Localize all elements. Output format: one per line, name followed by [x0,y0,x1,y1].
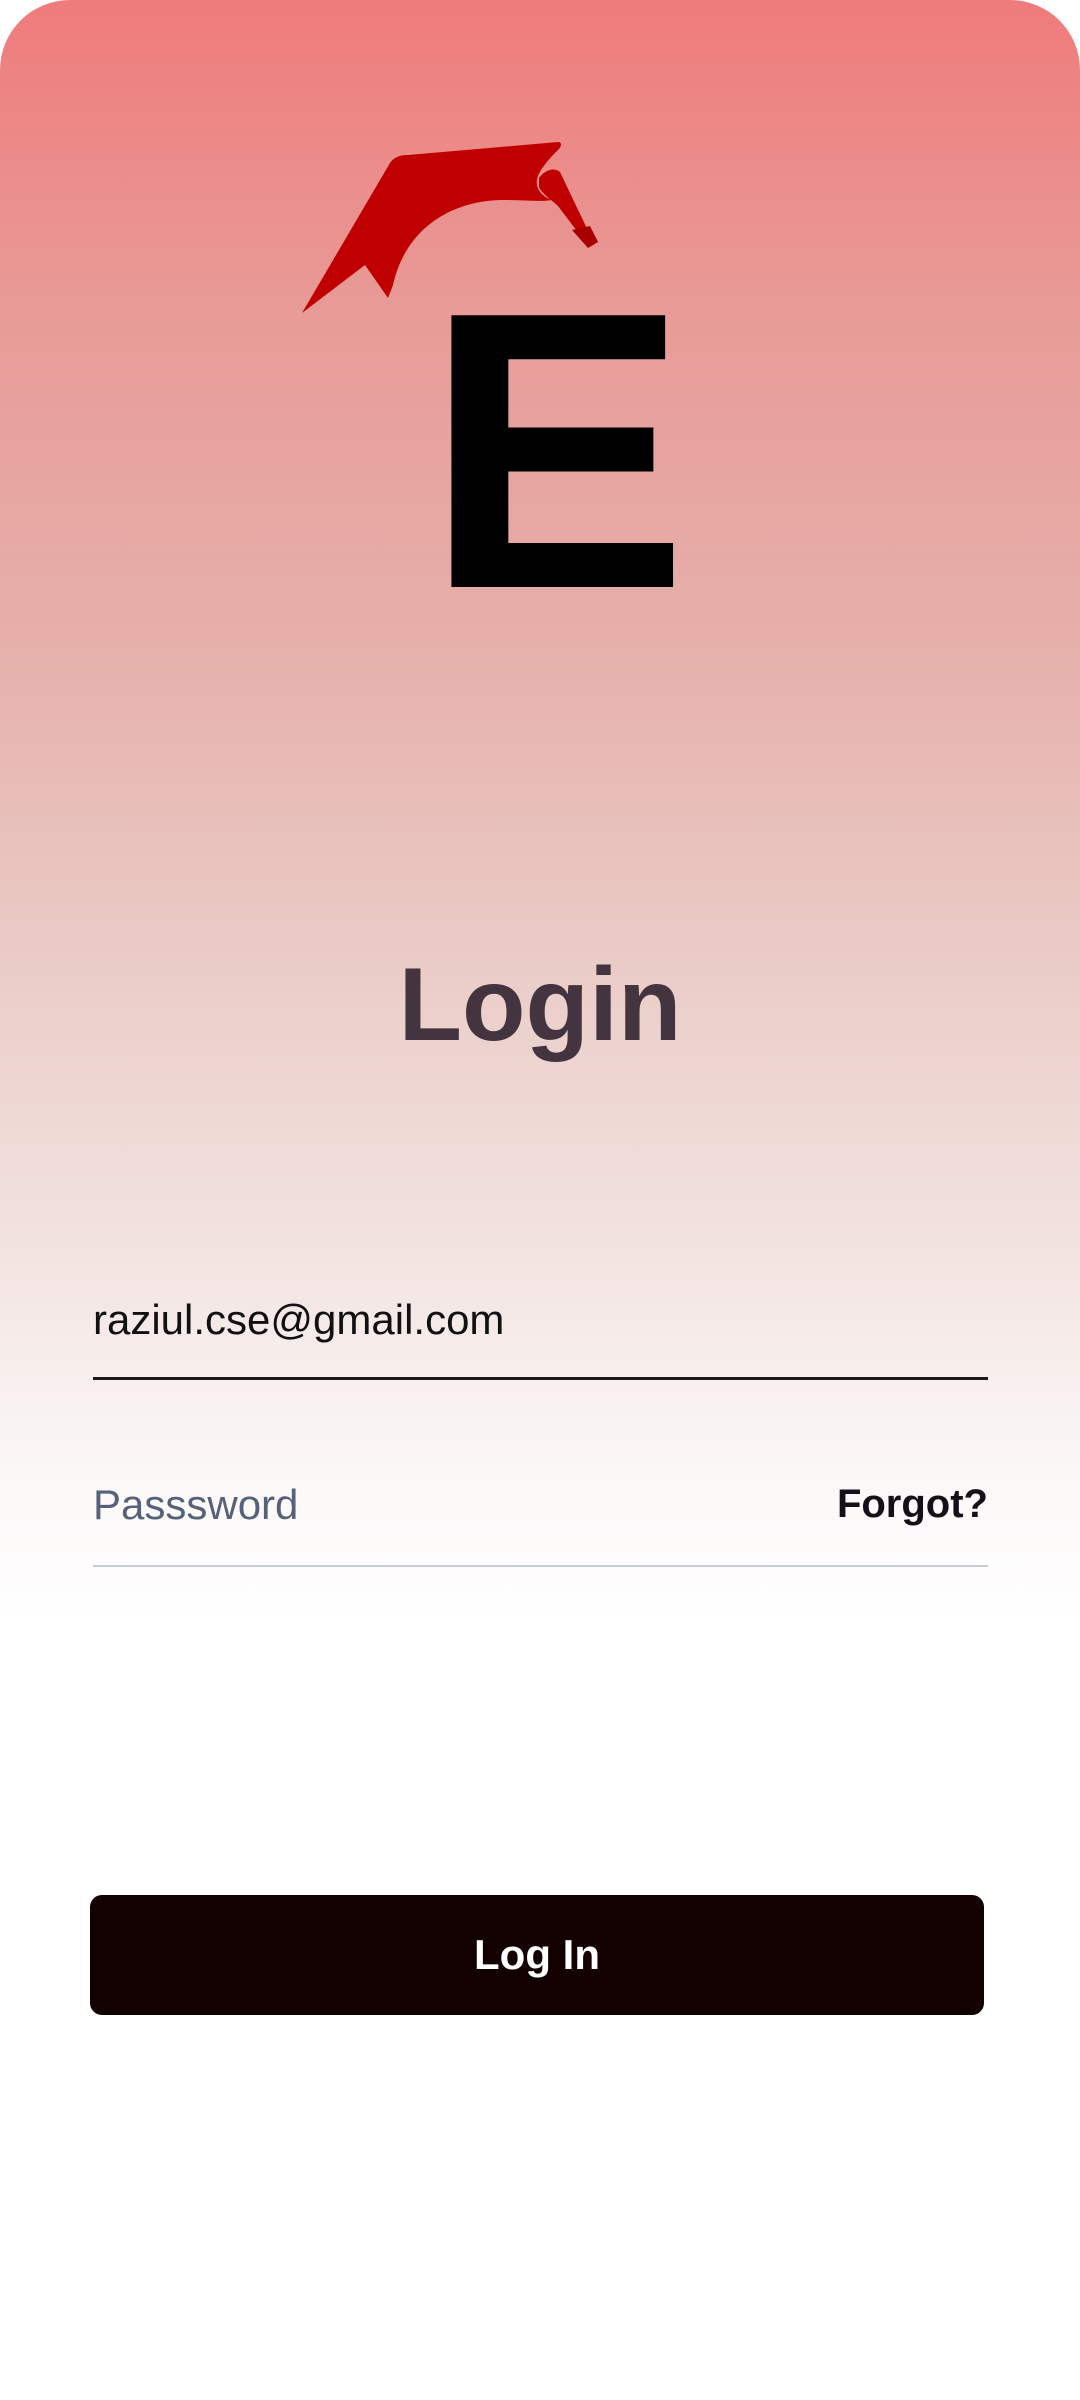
password-underline [93,1565,988,1567]
logo-letter: E [425,229,689,671]
email-field-container [93,1275,988,1380]
forgot-password-link[interactable]: Forgot? [837,1482,988,1527]
email-underline [93,1377,988,1380]
password-input[interactable] [93,1460,853,1550]
login-screen: E Login Forgot? Log In [0,0,1080,2400]
page-title: Login [398,947,682,1063]
email-input[interactable] [93,1275,853,1365]
password-field-container: Forgot? [93,1460,988,1567]
login-button[interactable]: Log In [90,1895,984,2015]
